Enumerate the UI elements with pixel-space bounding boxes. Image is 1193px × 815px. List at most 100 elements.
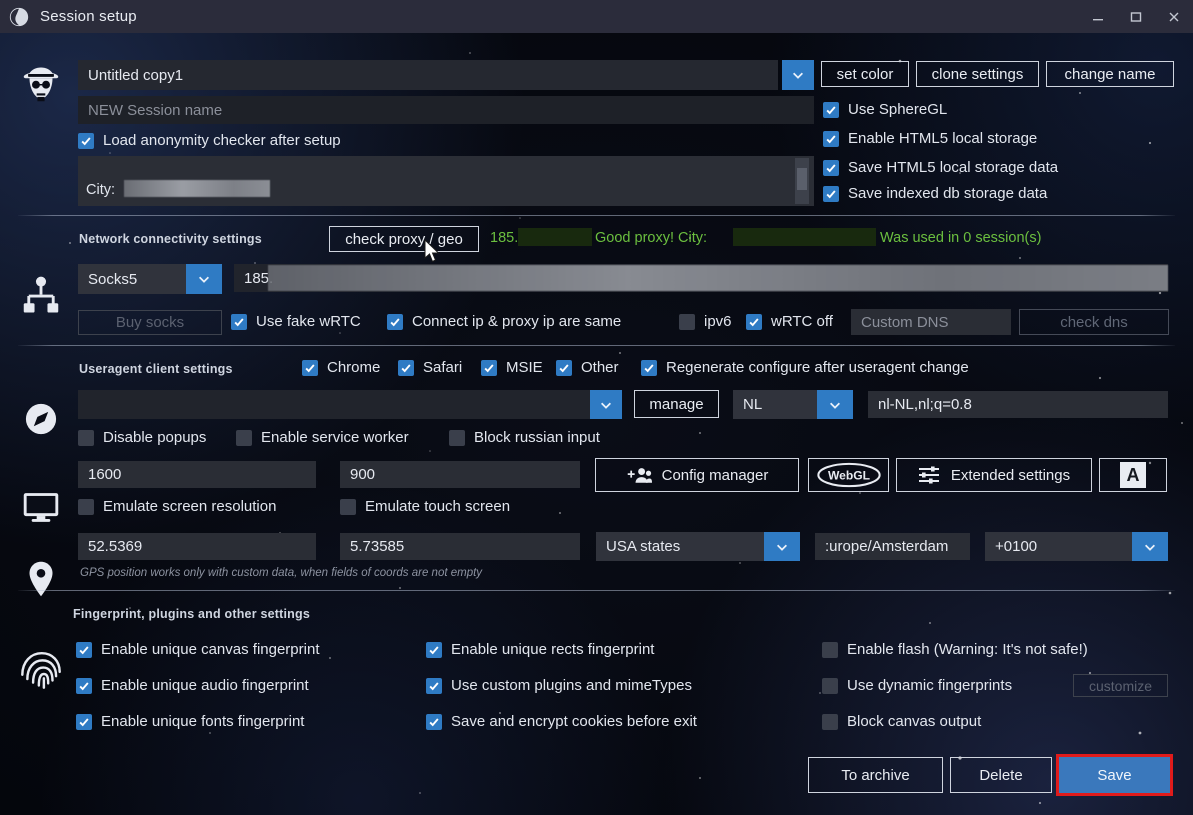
use-fake-wrtc-checkbox[interactable]: Use fake wRTC	[231, 313, 361, 330]
proxy-city-redacted	[733, 228, 876, 246]
config-manager-button[interactable]: Config manager	[595, 458, 799, 492]
rects-fingerprint-label: Enable unique rects fingerprint	[451, 641, 655, 658]
new-session-name-input[interactable]: NEW Session name	[78, 96, 814, 124]
monitor-icon	[18, 483, 64, 529]
regenerate-config-checkbox[interactable]: Regenerate configure after useragent cha…	[641, 359, 969, 376]
delete-button[interactable]: Delete	[950, 757, 1052, 793]
use-spheregl-checkbox[interactable]: Use SphereGL	[823, 101, 947, 118]
ipv6-label: ipv6	[704, 313, 732, 330]
buy-socks-button[interactable]: Buy socks	[78, 310, 222, 335]
save-button-highlight: Save	[1056, 754, 1173, 796]
checkbox-box	[822, 641, 838, 658]
network-nodes-icon	[18, 273, 64, 319]
useragent-dropdown[interactable]	[590, 390, 622, 419]
custom-dns-input[interactable]: Custom DNS	[851, 309, 1011, 335]
latitude-input[interactable]: 52.5369	[78, 533, 316, 560]
set-color-button[interactable]: set color	[821, 61, 909, 87]
fonts-fingerprint-checkbox[interactable]: Enable unique fonts fingerprint	[76, 713, 304, 730]
save-html5-storage-label: Save HTML5 local storage data	[848, 159, 1059, 176]
useragent-input[interactable]	[78, 390, 590, 419]
maximize-icon[interactable]	[1117, 0, 1155, 33]
save-button[interactable]: Save	[1059, 757, 1170, 793]
checkbox-box	[76, 677, 92, 694]
extended-settings-label: Extended settings	[950, 466, 1071, 484]
enable-service-worker-checkbox[interactable]: Enable service worker	[236, 429, 409, 446]
audio-fingerprint-label: Enable unique audio fingerprint	[101, 677, 309, 694]
proxy-ip-redacted	[518, 228, 592, 246]
msie-checkbox[interactable]: MSIE	[481, 359, 543, 376]
block-canvas-output-checkbox[interactable]: Block canvas output	[822, 713, 981, 730]
disable-popups-label: Disable popups	[103, 429, 207, 446]
wrtc-off-label: wRTC off	[771, 313, 833, 330]
load-anonymity-checkbox[interactable]: Load anonymity checker after setup	[78, 132, 341, 149]
chevron-down-icon[interactable]	[590, 390, 622, 419]
fingerprint-section-label: Fingerprint, plugins and other settings	[73, 607, 310, 621]
webgl-button[interactable]: WebGL	[808, 458, 889, 492]
emulate-resolution-label: Emulate screen resolution	[103, 498, 277, 515]
disable-popups-checkbox[interactable]: Disable popups	[78, 429, 206, 446]
chevron-down-icon[interactable]	[1132, 532, 1168, 561]
useragent-section-label: Useragent client settings	[79, 362, 233, 376]
checkbox-box	[822, 677, 838, 694]
chevron-down-icon[interactable]	[817, 390, 853, 419]
ipv6-checkbox[interactable]: ipv6	[679, 313, 732, 330]
connect-ip-same-checkbox[interactable]: Connect ip & proxy ip are same	[387, 313, 621, 330]
checkbox-box	[823, 130, 839, 147]
block-canvas-output-label: Block canvas output	[847, 713, 982, 730]
chrome-checkbox[interactable]: Chrome	[302, 359, 380, 376]
check-dns-button[interactable]: check dns	[1019, 309, 1169, 335]
session-name-field[interactable]: Untitled copy1	[78, 60, 778, 90]
dynamic-fingerprints-checkbox[interactable]: Use dynamic fingerprints	[822, 677, 1012, 694]
other-label: Other	[581, 359, 619, 376]
usa-states-select[interactable]: USA states	[596, 532, 800, 561]
minimize-icon[interactable]	[1079, 0, 1117, 33]
canvas-fingerprint-checkbox[interactable]: Enable unique canvas fingerprint	[76, 641, 319, 658]
font-settings-button[interactable]: A	[1099, 458, 1167, 492]
to-archive-button[interactable]: To archive	[808, 757, 943, 793]
enable-flash-checkbox[interactable]: Enable flash (Warning: It's not safe!)	[822, 641, 1088, 658]
timezone-input[interactable]: :urope/Amsterdam	[815, 533, 970, 560]
encrypt-cookies-checkbox[interactable]: Save and encrypt cookies before exit	[426, 713, 697, 730]
other-checkbox[interactable]: Other	[556, 359, 619, 376]
checkbox-box	[236, 429, 252, 446]
session-name-dropdown[interactable]	[782, 60, 814, 90]
proxy-host-redacted	[268, 265, 1168, 291]
chevron-down-icon[interactable]	[782, 60, 814, 90]
language-select[interactable]: NL	[733, 390, 853, 419]
check-proxy-geo-button[interactable]: check proxy / geo	[329, 226, 479, 252]
customize-button[interactable]: customize	[1073, 674, 1168, 697]
emulate-touch-checkbox[interactable]: Emulate touch screen	[340, 498, 510, 515]
scrollbar-thumb[interactable]	[797, 168, 807, 190]
save-html5-storage-checkbox[interactable]: Save HTML5 local storage data	[823, 159, 1058, 176]
longitude-input[interactable]: 5.73585	[340, 533, 580, 560]
checkbox-box	[426, 713, 442, 730]
checkbox-box	[746, 313, 762, 330]
screen-width-input[interactable]: 1600	[78, 461, 316, 488]
safari-checkbox[interactable]: Safari	[398, 359, 462, 376]
geo-info-scrollbar[interactable]	[795, 158, 809, 204]
wrtc-off-checkbox[interactable]: wRTC off	[746, 313, 833, 330]
save-indexed-db-checkbox[interactable]: Save indexed db storage data	[823, 185, 1047, 202]
change-name-button[interactable]: change name	[1046, 61, 1174, 87]
utc-offset-select[interactable]: +0100	[985, 532, 1168, 561]
proxy-type-select[interactable]: Socks5	[78, 264, 222, 294]
accept-language-input[interactable]: nl-NL,nl;q=0.8	[868, 391, 1168, 418]
audio-fingerprint-checkbox[interactable]: Enable unique audio fingerprint	[76, 677, 309, 694]
chevron-down-icon[interactable]	[764, 532, 800, 561]
city-value-redacted	[124, 180, 270, 197]
screen-height-input[interactable]: 900	[340, 461, 580, 488]
enable-html5-storage-checkbox[interactable]: Enable HTML5 local storage	[823, 130, 1037, 147]
close-icon[interactable]	[1155, 0, 1193, 33]
block-russian-input-label: Block russian input	[474, 429, 600, 446]
block-russian-input-checkbox[interactable]: Block russian input	[449, 429, 600, 446]
sliders-icon	[918, 465, 940, 485]
custom-plugins-checkbox[interactable]: Use custom plugins and mimeTypes	[426, 677, 692, 694]
clone-settings-button[interactable]: clone settings	[916, 61, 1039, 87]
chevron-down-icon[interactable]	[186, 264, 222, 294]
manage-button[interactable]: manage	[634, 390, 719, 418]
extended-settings-button[interactable]: Extended settings	[896, 458, 1092, 492]
proxy-type-value: Socks5	[88, 270, 138, 288]
window-title: Session setup	[40, 8, 137, 25]
emulate-resolution-checkbox[interactable]: Emulate screen resolution	[78, 498, 276, 515]
rects-fingerprint-checkbox[interactable]: Enable unique rects fingerprint	[426, 641, 654, 658]
